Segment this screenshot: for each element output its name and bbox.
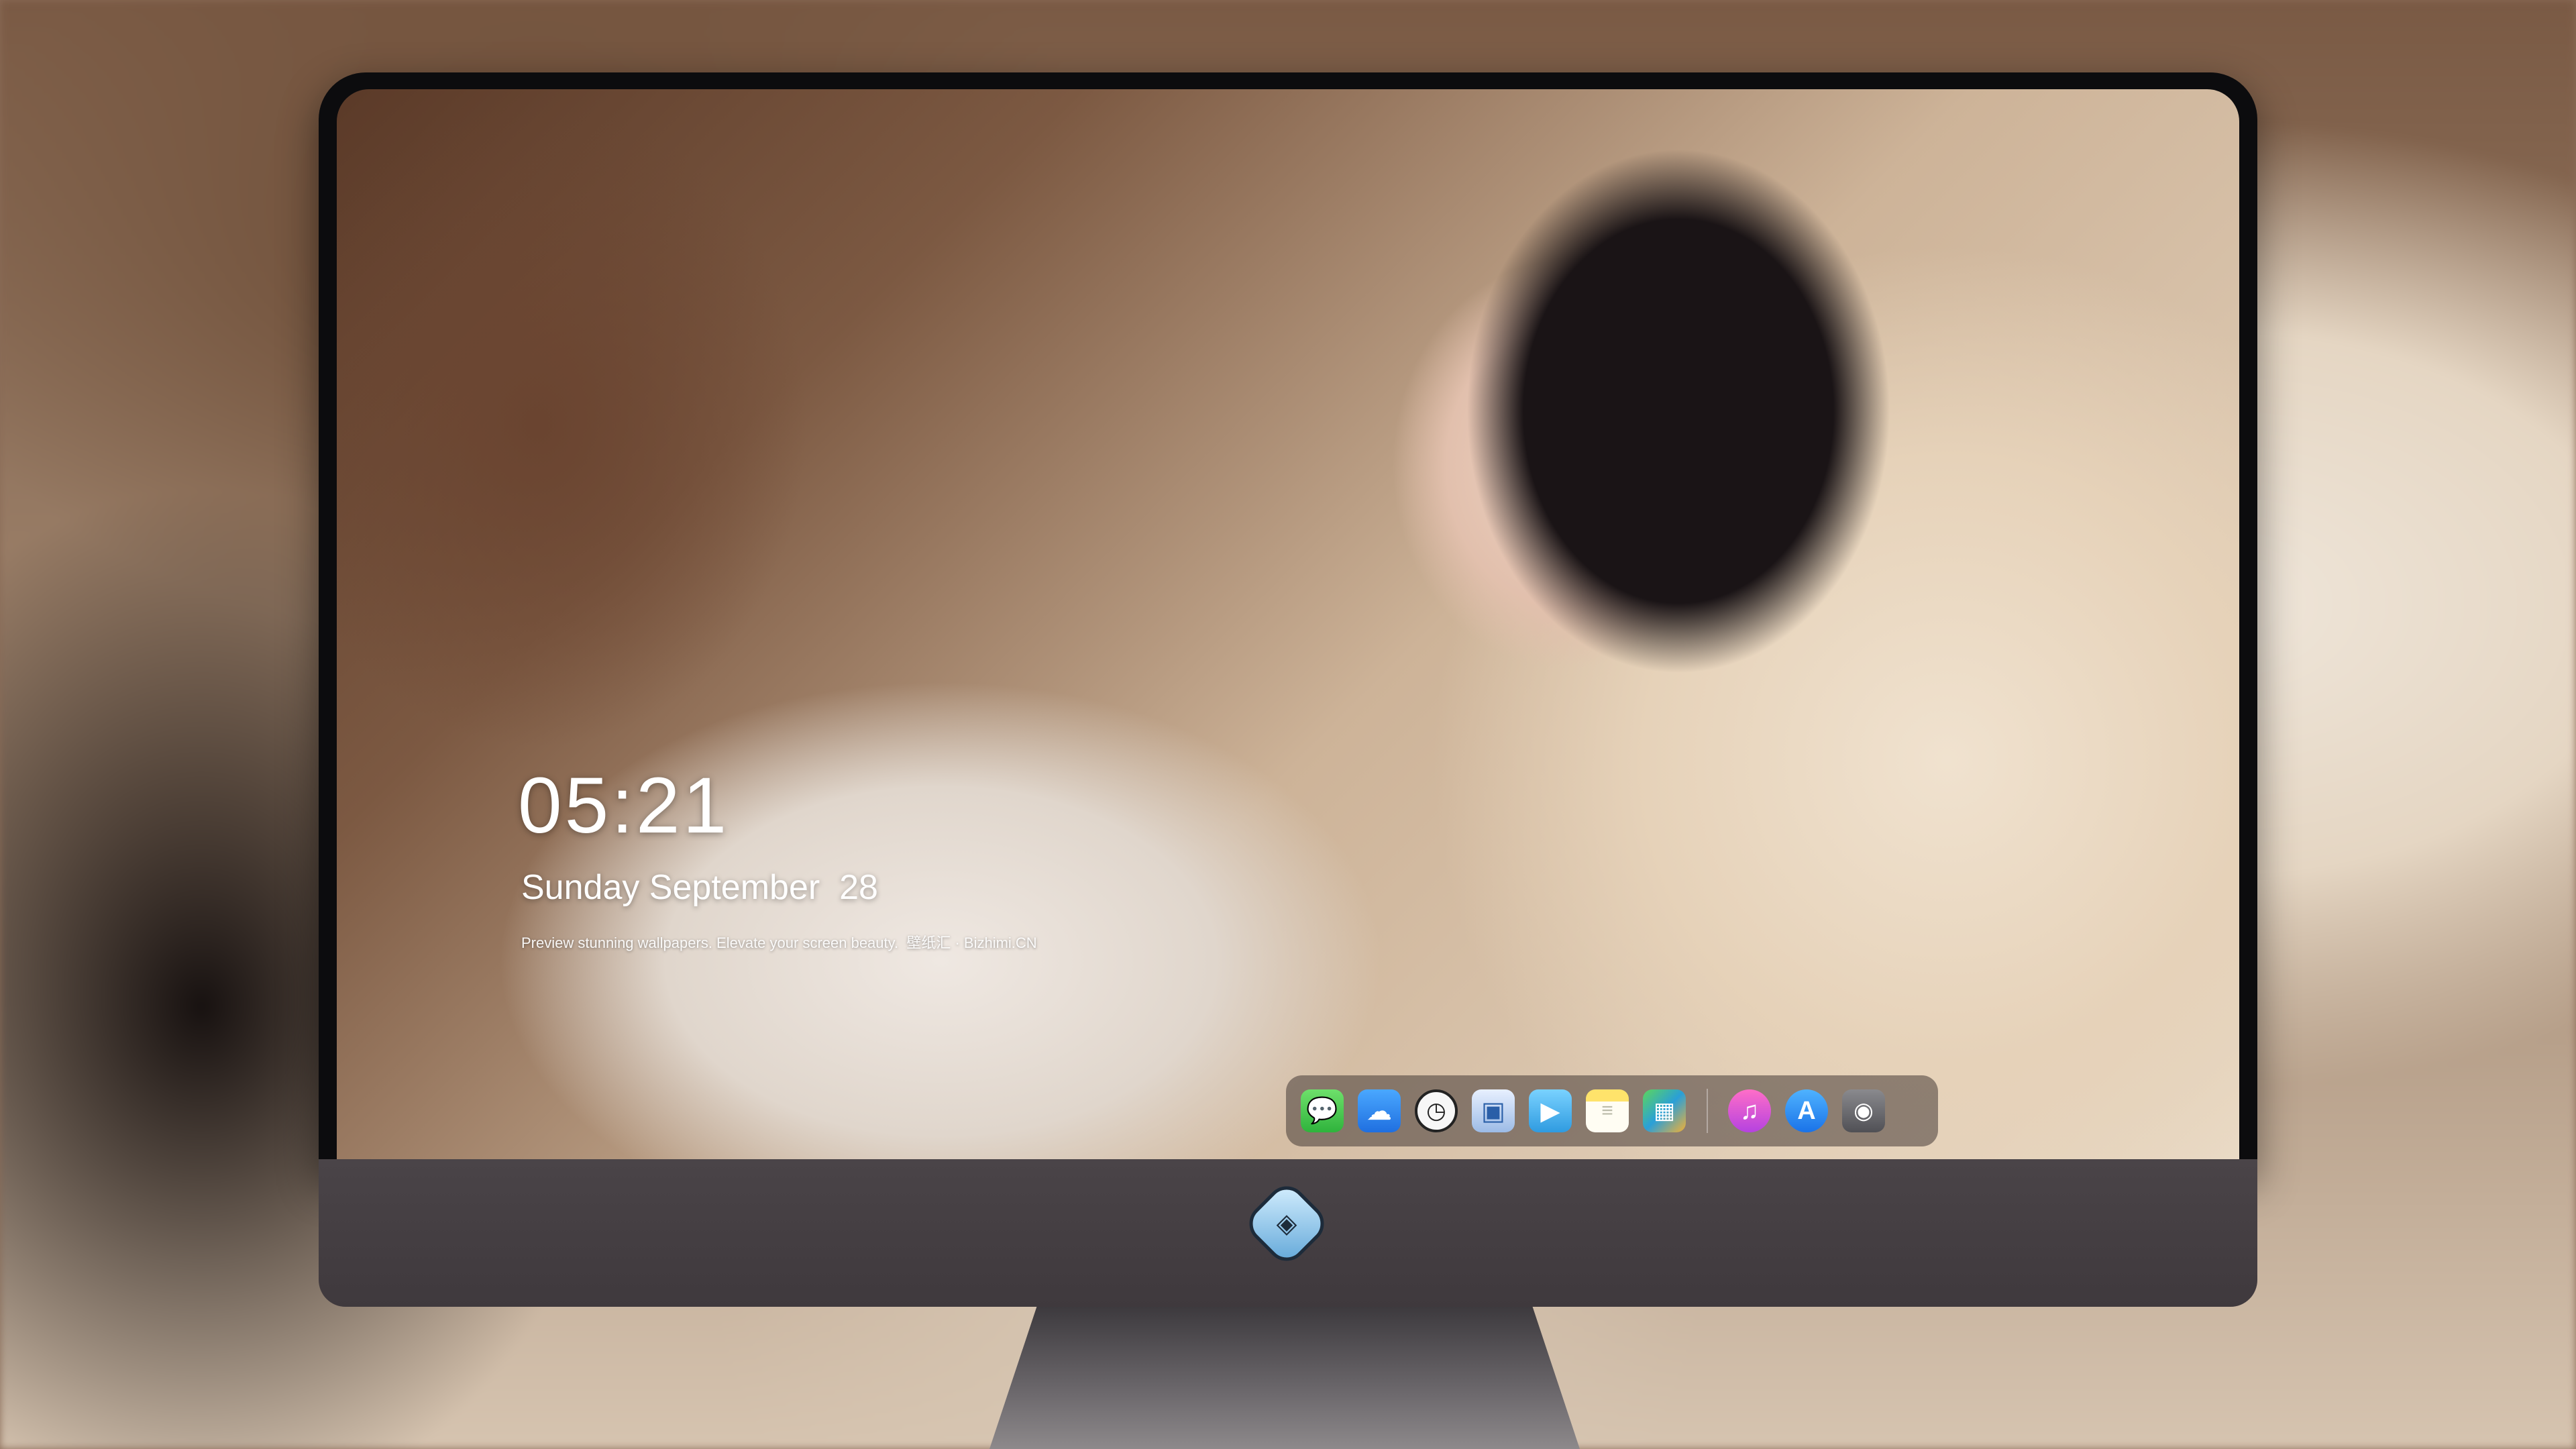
monitor-bezel: 05:21 Sunday September 28 Preview stunni… [319,72,2257,1173]
monitor: 05:21 Sunday September 28 Preview stunni… [319,72,2257,1307]
weather-icon[interactable]: ☁ [1358,1089,1401,1132]
lock-screen-tagline: Preview stunning wallpapers. Elevate you… [521,934,1037,951]
camera-icon[interactable]: ◉ [1842,1089,1885,1132]
mascot-icon: ◈ [1276,1209,1297,1238]
dock: 💬 ☁ ◷ ▣ ▶ ≡ ▦ ♫ A ◉ [1286,1075,1938,1146]
lock-screen-date: Sunday September 28 [521,868,878,907]
app-store-icon[interactable]: A [1785,1089,1828,1132]
clips-icon[interactable]: ▶ [1529,1089,1572,1132]
lock-screen-time: 05:21 [518,761,730,850]
notes-icon[interactable]: ≡ [1586,1089,1629,1132]
monitor-stand [989,1307,1580,1449]
launchpad-icon[interactable]: ▦ [1643,1089,1686,1132]
dock-separator [1707,1089,1708,1133]
preview-icon[interactable]: ▣ [1472,1089,1515,1132]
lock-screen-wallpaper: 05:21 Sunday September 28 Preview stunni… [337,89,2239,1161]
music-icon[interactable]: ♫ [1728,1089,1771,1132]
messages-icon[interactable]: 💬 [1301,1089,1344,1132]
clock-icon[interactable]: ◷ [1415,1089,1458,1132]
